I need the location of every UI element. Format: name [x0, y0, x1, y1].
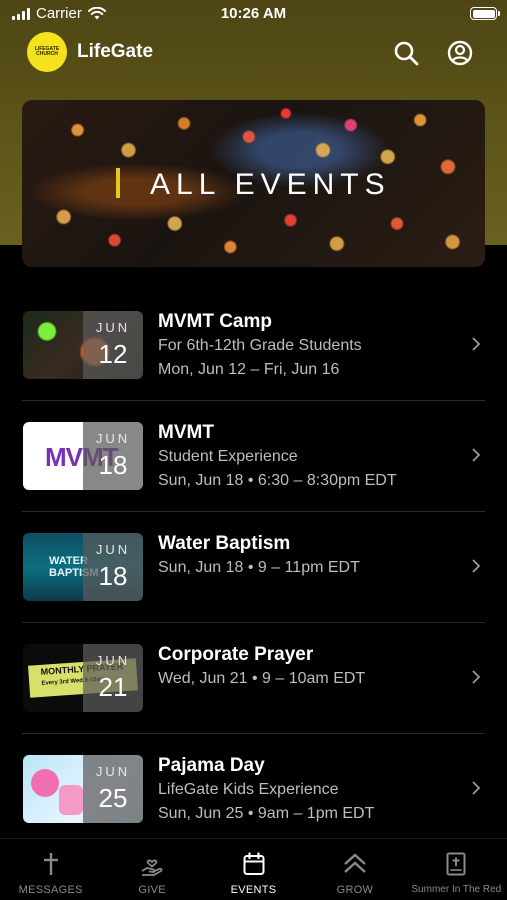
- battery-icon: [470, 7, 500, 20]
- tab-summer-in-the-red[interactable]: Summer In The Red: [406, 839, 507, 900]
- banner-accent-bar: [116, 168, 120, 198]
- thumb-shape: [31, 769, 59, 797]
- grow-chevrons-icon: [344, 853, 366, 873]
- event-thumbnail: WATER BAPTISM JUN 18: [23, 533, 143, 601]
- cross-icon: [43, 853, 58, 875]
- event-month: JUN: [95, 431, 131, 446]
- event-subtitle: For 6th-12th Grade Students: [158, 337, 362, 354]
- event-date: Mon, Jun 12 – Fri, Jun 16: [158, 361, 340, 378]
- all-events-banner: ALL EVENTS: [22, 100, 485, 267]
- event-day: 18: [98, 561, 128, 591]
- event-month: JUN: [95, 653, 131, 668]
- church-logo[interactable]: LIFEGATE CHURCH: [27, 32, 67, 72]
- event-day: 12: [98, 339, 128, 369]
- status-bar: Carrier 10:26 AM: [0, 0, 507, 28]
- event-row[interactable]: JUN 25 Pajama Day LifeGate Kids Experien…: [0, 734, 507, 845]
- event-date: Wed, Jun 21 • 9 – 10am EDT: [158, 670, 366, 687]
- event-date: Sun, Jun 25 • 9am – 1pm EDT: [158, 805, 375, 822]
- chevron-right-icon: [472, 448, 481, 462]
- event-date: Sun, Jun 18 • 9 – 11pm EDT: [158, 559, 360, 576]
- tab-label: GIVE: [138, 884, 166, 896]
- chevron-right-icon: [472, 781, 481, 795]
- event-subtitle: LifeGate Kids Experience: [158, 781, 339, 798]
- tab-give[interactable]: GIVE: [101, 839, 202, 900]
- give-hand-icon: [141, 859, 163, 876]
- account-icon: [447, 40, 473, 66]
- chevron-right-icon: [472, 670, 481, 684]
- event-subtitle: Student Experience: [158, 448, 298, 465]
- event-day: 21: [98, 672, 128, 702]
- thumb-shape: [59, 785, 83, 815]
- chevron-right-icon: [472, 337, 481, 351]
- logo-text: LIFEGATE CHURCH: [34, 46, 60, 57]
- event-title: Pajama Day: [158, 755, 265, 776]
- event-day: 25: [98, 783, 128, 813]
- event-thumbnail: MONTHLY PRAYER Every 3rd Wed 9-10am JUN 2…: [23, 644, 143, 712]
- events-list: JUN 12 MVMT Camp For 6th-12th Grade Stud…: [0, 290, 507, 845]
- tab-bar: MESSAGES GIVE EVENTS GROW Summer In The …: [0, 838, 507, 900]
- chevron-right-icon: [472, 559, 481, 573]
- event-day: 18: [98, 450, 128, 480]
- event-row[interactable]: WATER BAPTISM JUN 18 Water Baptism Sun, …: [0, 512, 507, 623]
- account-button[interactable]: [445, 38, 475, 68]
- tab-events[interactable]: EVENTS: [203, 839, 304, 900]
- app-title: LifeGate: [77, 41, 154, 62]
- tab-grow[interactable]: GROW: [304, 839, 405, 900]
- tab-label: GROW: [336, 884, 374, 896]
- event-title: MVMT Camp: [158, 311, 272, 332]
- search-button[interactable]: [391, 38, 421, 68]
- event-month: JUN: [95, 764, 131, 779]
- calendar-icon: [243, 852, 265, 875]
- event-thumbnail: JUN 12: [23, 311, 143, 379]
- tab-label: MESSAGES: [18, 884, 83, 896]
- tab-messages[interactable]: MESSAGES: [0, 839, 101, 900]
- event-month: JUN: [95, 542, 131, 557]
- app-header: LIFEGATE CHURCH LifeGate: [0, 30, 507, 76]
- search-icon: [394, 41, 419, 66]
- status-time: 10:26 AM: [220, 5, 287, 22]
- banner-title: ALL EVENTS: [150, 168, 391, 201]
- event-month: JUN: [95, 320, 131, 335]
- event-thumbnail: JUN 25: [23, 755, 143, 823]
- bible-icon: [446, 852, 466, 876]
- event-row[interactable]: JUN 12 MVMT Camp For 6th-12th Grade Stud…: [0, 290, 507, 401]
- event-row[interactable]: MONTHLY PRAYER Every 3rd Wed 9-10am JUN 2…: [0, 623, 507, 734]
- event-date: Sun, Jun 18 • 6:30 – 8:30pm EDT: [158, 472, 397, 489]
- event-title: Water Baptism: [158, 533, 291, 554]
- event-row[interactable]: MVMT JUN 18 MVMT Student Experience Sun,…: [0, 401, 507, 512]
- tab-label: Summer In The Red: [411, 884, 502, 895]
- tab-label: EVENTS: [230, 884, 277, 896]
- event-title: MVMT: [158, 422, 214, 443]
- event-title: Corporate Prayer: [158, 644, 314, 665]
- event-thumbnail: MVMT JUN 18: [23, 422, 143, 490]
